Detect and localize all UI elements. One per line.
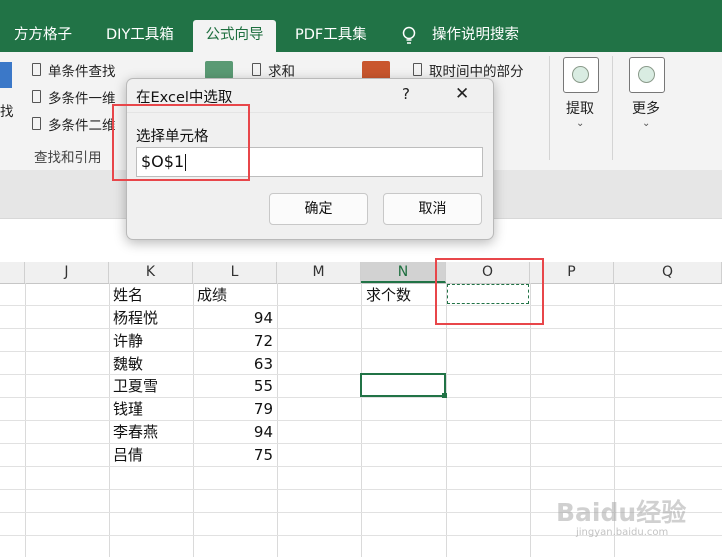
doc-icon [413,63,422,76]
lookup-partial-label: 找 [0,104,14,120]
col-header-k[interactable]: K [109,262,193,283]
sum-button[interactable]: 求和 [268,60,295,80]
name-cell[interactable]: 李春燕 [113,421,158,443]
name-cell[interactable]: 杨程悦 [113,307,158,329]
tell-me-search[interactable]: 操作说明搜索 [432,20,519,52]
ok-button[interactable]: 确定 [269,193,368,225]
select-all-corner[interactable] [0,262,25,283]
ribbon-separator [612,56,613,160]
extract-icon[interactable] [563,57,599,93]
score-cell[interactable]: 94 [197,421,273,443]
multi-condition-1d[interactable]: 多条件一维 [48,87,116,107]
highlight-dialog-field [112,104,250,181]
more-button-label[interactable]: 更多 [632,98,660,118]
watermark-url: jingyan.baidu.com [576,527,669,538]
ribbon-tab-bar: 方方格子 DIY工具箱 公式向导 PDF工具集 操作说明搜索 [0,0,722,52]
ribbon-separator [549,56,550,160]
chevron-down-icon[interactable]: ⌄ [642,118,650,129]
col-header-n[interactable]: N [361,262,446,283]
lookup-big-icon[interactable] [0,62,12,88]
single-condition-lookup[interactable]: 单条件查找 [48,60,116,80]
doc-icon [32,90,41,103]
time-part-button[interactable]: 取时间中的部分 [429,60,524,80]
fill-handle[interactable] [442,393,447,398]
score-cell[interactable]: 94 [197,307,273,329]
score-cell[interactable]: 63 [197,353,273,375]
sum-big-icon[interactable] [205,61,233,79]
tab-fangfang[interactable]: 方方格子 [14,20,72,52]
active-cell[interactable] [360,373,446,397]
help-icon[interactable]: ? [402,85,410,103]
score-cell[interactable]: 55 [197,375,273,397]
more-icon[interactable] [629,57,665,93]
highlight-target-cell [435,258,544,325]
doc-icon [32,117,41,130]
lookup-group-label: 查找和引用 [34,150,102,166]
score-cell[interactable]: 79 [197,398,273,420]
score-cell[interactable]: 75 [197,444,273,466]
name-cell[interactable]: 魏敏 [113,353,143,375]
multi-condition-2d[interactable]: 多条件二维 [48,114,116,134]
name-cell[interactable]: 许静 [113,330,143,352]
cancel-button[interactable]: 取消 [383,193,482,225]
lightbulb-icon [402,20,416,52]
header-name-cell[interactable]: 姓名 [113,284,143,306]
column-header-row: J K L M N O P Q [0,262,722,284]
tab-formula-wizard[interactable]: 公式向导 [193,20,276,52]
col-header-j[interactable]: J [25,262,109,283]
watermark-logo: Baidu经验 [556,498,687,527]
col-header-l[interactable]: L [193,262,277,283]
tab-pdf-tools[interactable]: PDF工具集 [295,20,367,52]
col-header-q[interactable]: Q [614,262,722,283]
extract-button-label[interactable]: 提取 [566,98,594,118]
count-label-cell[interactable]: 求个数 [366,284,411,306]
doc-icon [32,63,41,76]
tab-diy-tools[interactable]: DIY工具箱 [106,20,174,52]
header-score-cell[interactable]: 成绩 [197,284,227,306]
chevron-down-icon[interactable]: ⌄ [576,118,584,129]
name-cell[interactable]: 卫夏雪 [113,375,158,397]
name-cell[interactable]: 钱瑾 [113,398,143,420]
col-header-m[interactable]: M [277,262,361,283]
doc-icon [252,63,261,76]
name-cell[interactable]: 吕倩 [113,444,143,466]
score-cell[interactable]: 72 [197,330,273,352]
close-icon[interactable]: ✕ [455,84,469,104]
